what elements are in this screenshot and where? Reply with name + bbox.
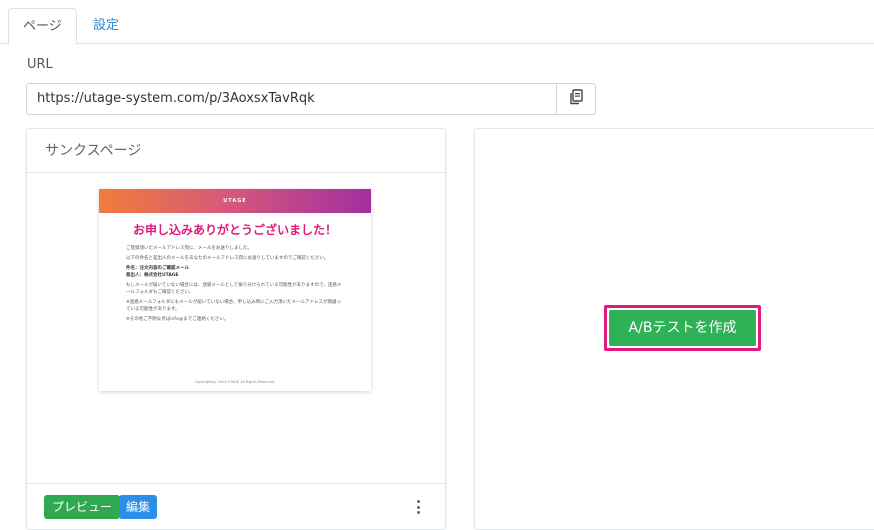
more-options-icon[interactable] bbox=[413, 497, 423, 517]
page-card: サンクスページ UTAGE お申し込みありがとうございました！ ご登録頂いたメー… bbox=[26, 128, 446, 530]
thumbnail-body: ご登録頂いたメールアドレス宛に、メールをお送りしました。 以下の件名と差出人のメ… bbox=[99, 238, 371, 323]
thumbnail-heading: お申し込みありがとうございました！ bbox=[132, 223, 337, 237]
page-card-footer: プレビュー 編集 bbox=[27, 483, 445, 529]
edit-button[interactable]: 編集 bbox=[119, 495, 158, 519]
create-ab-test-button[interactable]: A/Bテストを作成 bbox=[609, 310, 756, 346]
thumbnail-header: UTAGE bbox=[99, 189, 371, 213]
url-label: URL bbox=[27, 57, 53, 72]
preview-button[interactable]: プレビュー bbox=[44, 495, 121, 519]
thumbnail-paragraph: もしメールが届いていない場合には、迷惑メールとして振り分けられている可能性があり… bbox=[126, 283, 342, 295]
tab-page[interactable]: ページ bbox=[8, 8, 77, 45]
thumbnail-footer: Copyright(c) 2024 UTAGE All Rights Reser… bbox=[194, 380, 276, 384]
page-thumbnail[interactable]: UTAGE お申し込みありがとうございました！ ご登録頂いたメールアドレス宛に、… bbox=[99, 189, 371, 391]
tab-settings[interactable]: 設定 bbox=[79, 8, 133, 44]
thumbnail-subject: 件名：注文内容のご確認メール bbox=[126, 266, 189, 271]
page-card-title: サンクスページ bbox=[27, 129, 445, 173]
page-tabs: ページ 設定 bbox=[0, 0, 874, 45]
url-field[interactable]: https://utage-system.com/p/3AoxsxTavRqk bbox=[26, 83, 557, 115]
copy-url-button[interactable] bbox=[556, 83, 596, 115]
thumbnail-paragraph: ※迷惑メールフォルダにもメールが届いていない場合、申し込み時にご入力頂いたメール… bbox=[126, 300, 342, 312]
thumbnail-paragraph: 以下の件名と差出人のメールをあなたのメールアドレス宛にお送りしていますのでご確認… bbox=[126, 256, 329, 261]
utage-logo: UTAGE bbox=[223, 198, 247, 204]
copy-icon bbox=[569, 89, 583, 109]
thumbnail-sender: 差出人：株式会社UTAGE bbox=[126, 273, 179, 278]
thumbnail-paragraph: ※その他ご不明な点はinfo@までご連絡ください。 bbox=[126, 317, 229, 322]
thumbnail-paragraph: ご登録頂いたメールアドレス宛に、メールをお送りしました。 bbox=[126, 246, 252, 251]
